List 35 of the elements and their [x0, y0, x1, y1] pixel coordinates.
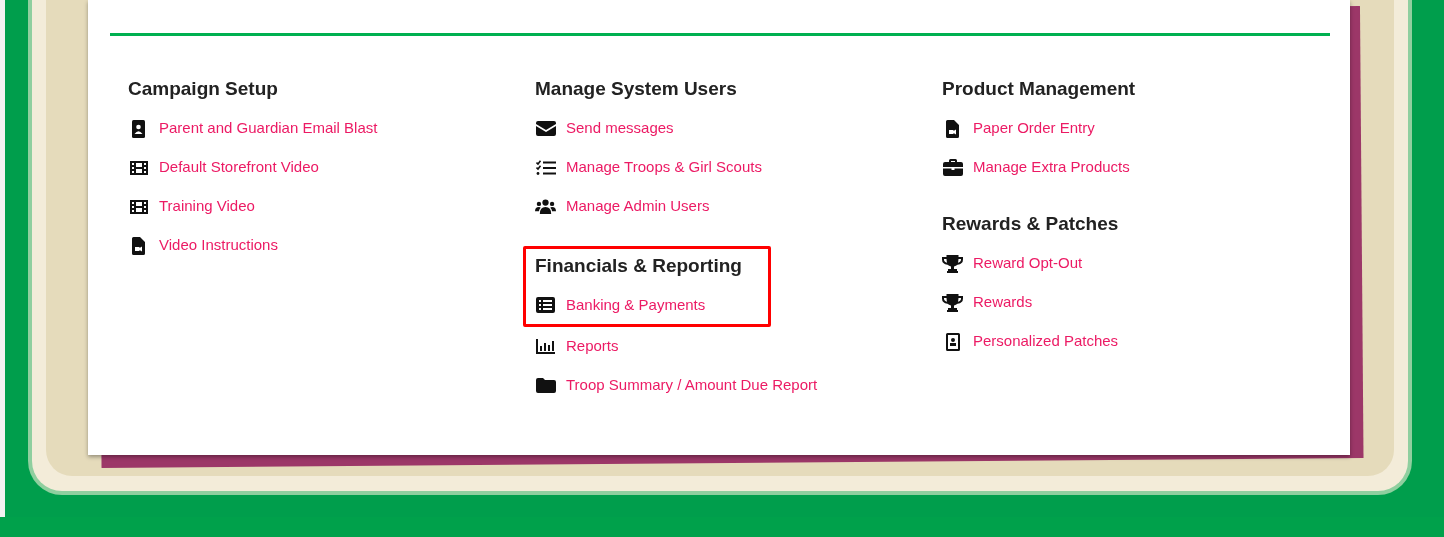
id-badge-icon: [945, 332, 960, 351]
menu-link[interactable]: Banking & Payments: [566, 293, 706, 317]
menu-link[interactable]: Send messages: [566, 117, 674, 140]
section-heading: Manage System Users: [535, 77, 738, 101]
section-heading: Rewards & Patches: [942, 212, 1120, 236]
menu-link[interactable]: Manage Admin Users: [566, 195, 710, 218]
bar-chart-icon: [536, 339, 555, 354]
menu-link[interactable]: Reports: [566, 335, 619, 358]
video-file-icon: [132, 236, 145, 255]
menu-link[interactable]: Paper Order Entry: [973, 117, 1095, 140]
video-file-icon: [946, 119, 959, 138]
folder-icon: [535, 378, 556, 393]
checklist-icon: [535, 159, 556, 176]
trophy-icon: [942, 254, 963, 273]
briefcase-icon: [942, 159, 963, 176]
menu-link[interactable]: Rewards: [973, 291, 1033, 314]
contact-book-icon: [131, 119, 146, 138]
trophy-icon: [942, 293, 963, 312]
menu-link[interactable]: Training Video: [159, 195, 255, 218]
menu-link[interactable]: Reward Opt-Out: [973, 252, 1083, 275]
list-icon: [536, 297, 555, 313]
film-icon: [129, 160, 148, 175]
menu-link[interactable]: Troop Summary / Amount Due Report: [566, 374, 818, 397]
film-icon: [129, 199, 148, 214]
menu-link[interactable]: Video Instructions: [159, 234, 278, 257]
menu-link[interactable]: Manage Troops & Girl Scouts: [566, 156, 762, 179]
envelope-icon: [535, 121, 556, 136]
menu-link[interactable]: Default Storefront Video: [159, 156, 319, 179]
section-heading: Campaign Setup: [128, 77, 279, 101]
section-heading: Product Management: [942, 77, 1137, 101]
users-icon: [535, 198, 556, 215]
menu-link[interactable]: Parent and Guardian Email Blast: [159, 117, 378, 140]
section-heading: Financials & Reporting: [535, 254, 743, 278]
menu-link[interactable]: Personalized Patches: [973, 330, 1119, 353]
menu-link[interactable]: Manage Extra Products: [973, 156, 1130, 179]
